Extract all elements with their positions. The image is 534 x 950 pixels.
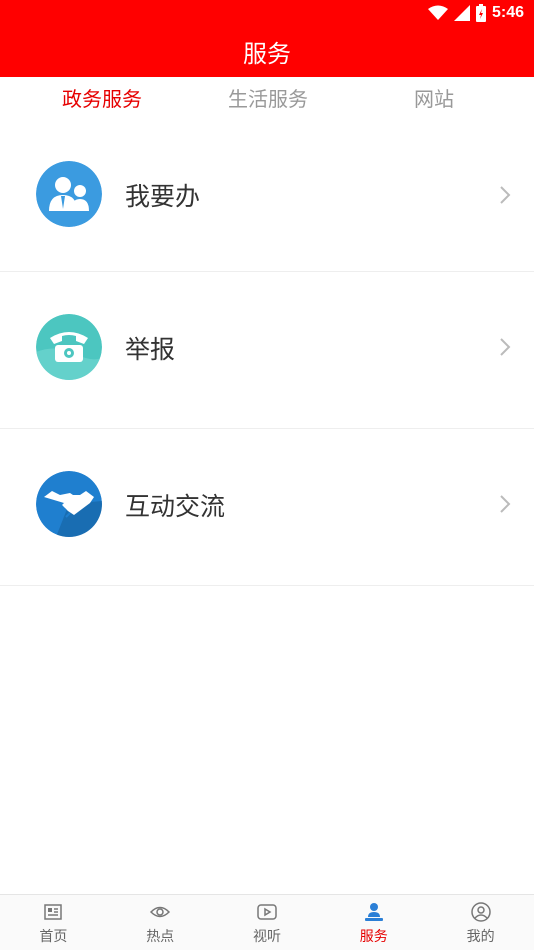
users-icon bbox=[36, 161, 102, 227]
bottom-nav: 首页 热点 视听 服务 我的 bbox=[0, 894, 534, 950]
nav-item-hot[interactable]: 热点 bbox=[107, 895, 214, 950]
handshake-icon bbox=[36, 471, 102, 537]
nav-label: 首页 bbox=[39, 929, 68, 945]
list-item-report[interactable]: 举报 bbox=[0, 272, 534, 429]
nav-label: 我的 bbox=[466, 929, 495, 945]
tab-websites[interactable]: 网站 bbox=[414, 83, 454, 112]
wifi-icon bbox=[427, 5, 448, 20]
list-item-interaction[interactable]: 互动交流 bbox=[0, 429, 534, 586]
status-bar: 5:46 bbox=[0, 0, 534, 28]
signal-icon bbox=[453, 5, 470, 21]
tab-life-services[interactable]: 生活服务 bbox=[228, 83, 308, 112]
nav-item-home[interactable]: 首页 bbox=[0, 895, 107, 950]
service-label: 举报 bbox=[125, 335, 176, 364]
eye-icon bbox=[150, 906, 171, 918]
page-title: 服务 bbox=[243, 40, 291, 68]
chevron-right-icon bbox=[500, 338, 511, 356]
play-icon bbox=[257, 904, 277, 920]
chevron-right-icon bbox=[500, 495, 511, 513]
service-tabs: 政务服务 生活服务 网站 bbox=[0, 77, 534, 119]
service-list: 我要办 举报 互动交流 bbox=[0, 119, 534, 586]
battery-icon bbox=[475, 4, 486, 22]
nav-item-profile[interactable]: 我的 bbox=[427, 895, 534, 950]
nav-label: 视听 bbox=[252, 929, 281, 945]
nav-item-services[interactable]: 服务 bbox=[320, 895, 427, 950]
status-time: 5:46 bbox=[491, 4, 524, 21]
telephone-icon bbox=[36, 314, 102, 380]
app-header: 5:46 服务 bbox=[0, 0, 534, 77]
service-label: 我要办 bbox=[125, 182, 201, 211]
nav-item-media[interactable]: 视听 bbox=[214, 895, 321, 950]
profile-icon bbox=[470, 902, 491, 922]
tab-government-services[interactable]: 政务服务 bbox=[62, 83, 142, 112]
nav-label: 热点 bbox=[146, 929, 175, 945]
list-item-apply[interactable]: 我要办 bbox=[0, 119, 534, 272]
chevron-right-icon bbox=[500, 186, 511, 204]
service-icon bbox=[364, 903, 383, 921]
nav-label: 服务 bbox=[359, 929, 388, 945]
news-icon bbox=[44, 904, 63, 920]
service-label: 互动交流 bbox=[125, 492, 226, 521]
